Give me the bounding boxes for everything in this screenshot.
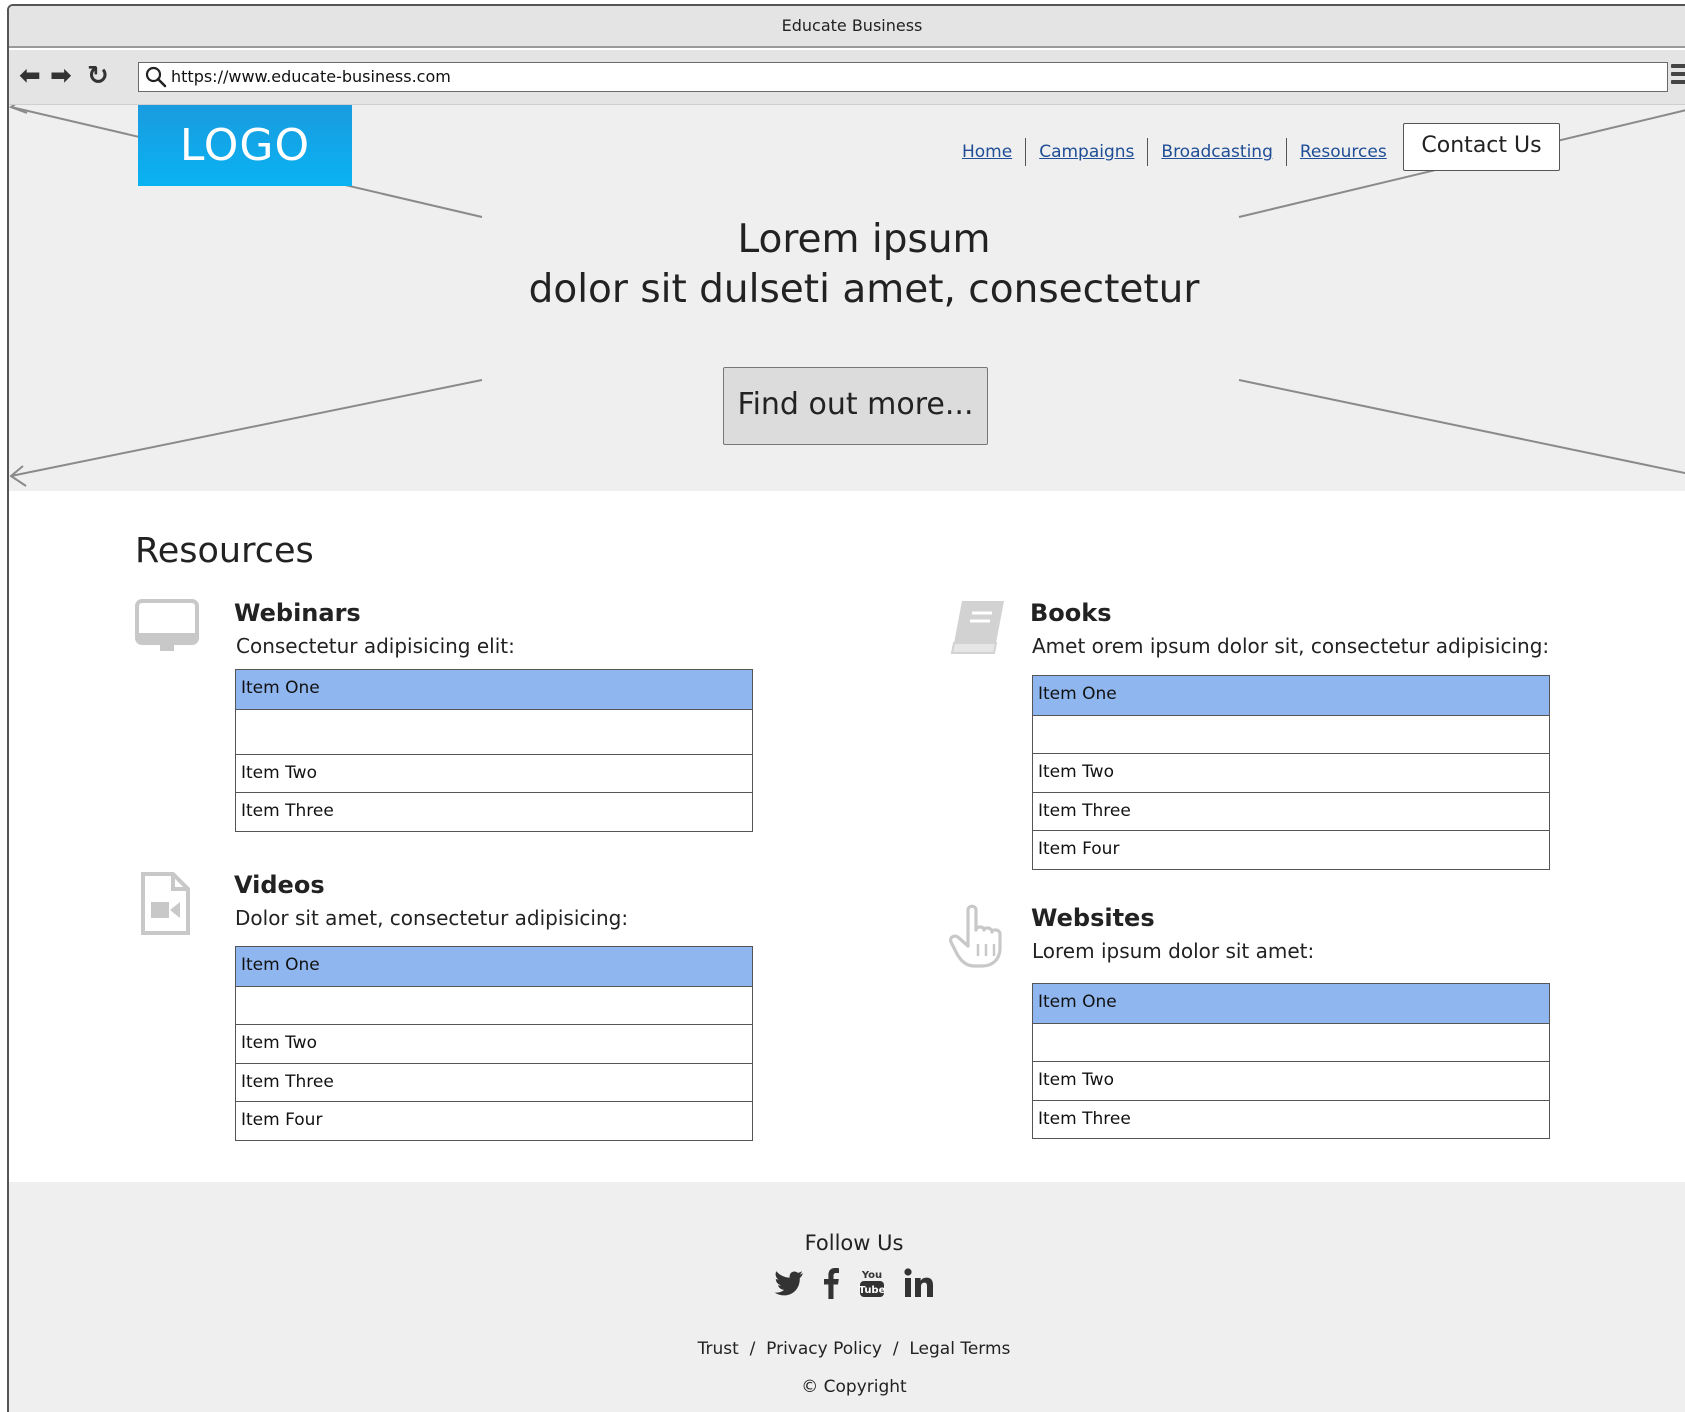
webinars-title: Webinars [234, 599, 361, 627]
top-navigation: Home Campaigns Broadcasting Resources [949, 138, 1400, 166]
browser-window: Educate Business ⬅ ➡ ↻ https://www.educa… [7, 4, 1685, 1412]
reload-icon[interactable]: ↻ [87, 63, 109, 89]
websites-title: Websites [1031, 904, 1155, 932]
list-item[interactable]: Item Two [1033, 1061, 1549, 1100]
nav-resources[interactable]: Resources [1287, 142, 1400, 162]
copyright-text: Copyright [823, 1377, 907, 1397]
nav-campaigns[interactable]: Campaigns [1026, 142, 1147, 162]
list-item[interactable]: Item One [1033, 676, 1549, 715]
resources-heading: Resources [135, 531, 314, 571]
arrow-right-icon[interactable]: ➡ [50, 63, 72, 89]
websites-list: Item One Item Two Item Three [1032, 983, 1550, 1139]
books-list: Item One Item Two Item Three Item Four [1032, 675, 1550, 870]
follow-us-label: Follow Us [804, 1231, 904, 1255]
linkedin-icon[interactable] [904, 1268, 934, 1298]
webinars-description: Consectetur adipisicing elit: [236, 634, 515, 658]
videos-title: Videos [234, 871, 325, 899]
legal-terms-link[interactable]: Legal Terms [909, 1339, 1010, 1359]
list-item[interactable]: Item Three [1033, 1099, 1549, 1139]
trust-link[interactable]: Trust [698, 1339, 739, 1359]
list-item[interactable]: Item Three [1033, 791, 1549, 831]
link-separator: / [892, 1339, 899, 1359]
webinars-list: Item One Item Two Item Three [235, 669, 753, 832]
hamburger-menu-icon[interactable] [1671, 64, 1685, 88]
videos-description: Dolor sit amet, consectetur adipisicing: [235, 906, 629, 930]
list-item[interactable]: Item Two [236, 753, 752, 793]
window-title: Educate Business [9, 6, 1685, 48]
twitter-icon[interactable] [774, 1270, 804, 1296]
url-text: https://www.educate-business.com [171, 67, 451, 86]
videos-list: Item One Item Two Item Three Item Four [235, 946, 753, 1141]
list-item[interactable] [1033, 1022, 1549, 1062]
list-item[interactable]: Item Two [236, 1024, 752, 1063]
list-item[interactable]: Item Four [1033, 830, 1549, 869]
link-separator: / [749, 1339, 756, 1359]
footer: Follow Us You Tube Trust / Privacy Polic… [9, 1182, 1685, 1412]
video-file-icon [141, 872, 190, 935]
svg-text:You: You [861, 1270, 882, 1281]
list-item[interactable] [236, 708, 752, 754]
hero-title: Lorem ipsum dolor sit dulseti amet, cons… [9, 215, 1685, 315]
svg-text:Tube: Tube [859, 1285, 886, 1296]
list-item[interactable]: Item Two [1033, 753, 1549, 792]
book-icon [950, 601, 1004, 654]
hero-title-line-2: dolor sit dulseti amet, consectetur [528, 267, 1200, 312]
social-links: You Tube [774, 1267, 934, 1299]
copyright-icon: © [801, 1377, 819, 1397]
copyright: © Copyright [9, 1377, 1685, 1397]
books-description: Amet orem ipsum dolor sit, consectetur a… [1032, 634, 1550, 658]
youtube-icon[interactable]: You Tube [858, 1267, 886, 1299]
list-item[interactable]: Item Four [236, 1101, 752, 1140]
hero-section: LOGO Home Campaigns Broadcasting Resourc… [9, 105, 1685, 491]
monitor-icon [135, 599, 199, 651]
list-item[interactable] [1033, 714, 1549, 754]
address-bar: ⬅ ➡ ↻ https://www.educate-business.com [9, 50, 1685, 105]
list-item[interactable] [236, 985, 752, 1025]
arrow-left-icon[interactable]: ⬅ [19, 63, 41, 89]
list-item[interactable]: Item Three [236, 792, 752, 831]
privacy-policy-link[interactable]: Privacy Policy [766, 1339, 882, 1359]
list-item[interactable]: Item One [236, 670, 752, 709]
search-icon [145, 66, 167, 88]
pointing-hand-icon [949, 904, 1002, 968]
contact-us-button[interactable]: Contact Us [1403, 123, 1560, 171]
find-out-more-button[interactable]: Find out more... [723, 367, 988, 445]
list-item[interactable]: Item One [1033, 984, 1549, 1023]
websites-description: Lorem ipsum dolor sit amet: [1032, 939, 1315, 963]
logo[interactable]: LOGO [138, 105, 352, 186]
facebook-icon[interactable] [822, 1267, 840, 1299]
nav-broadcasting[interactable]: Broadcasting [1148, 142, 1285, 162]
nav-home[interactable]: Home [949, 142, 1025, 162]
hero-title-line-1: Lorem ipsum [737, 217, 991, 262]
url-input[interactable]: https://www.educate-business.com [138, 62, 1668, 92]
books-title: Books [1030, 599, 1112, 627]
list-item[interactable]: Item One [236, 947, 752, 986]
legal-links: Trust / Privacy Policy / Legal Terms [9, 1339, 1685, 1359]
list-item[interactable]: Item Three [236, 1062, 752, 1102]
